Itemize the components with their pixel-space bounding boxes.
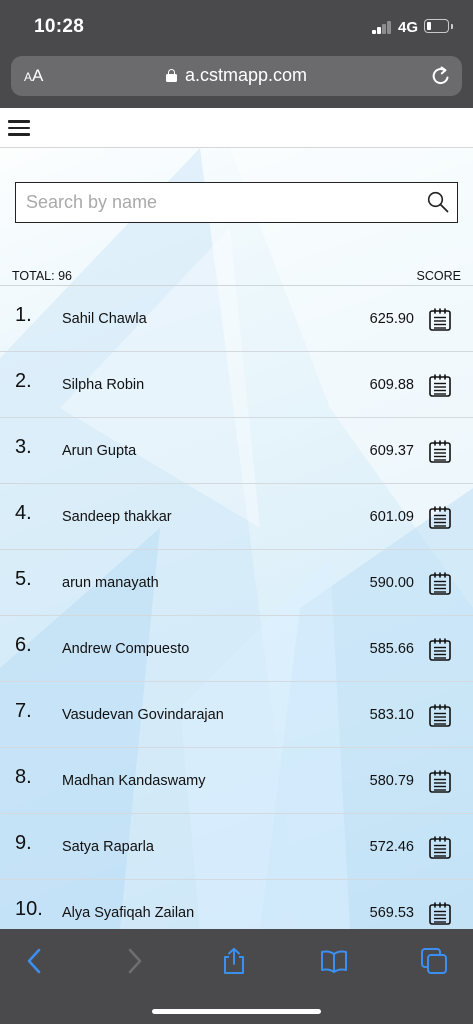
report-list-icon[interactable] [428,308,452,332]
search-box[interactable] [15,182,458,223]
player-name[interactable]: Vasudevan Govindarajan [62,707,224,723]
report-list-icon[interactable] [428,902,452,926]
leaderboard-row[interactable]: 1. Sahil Chawla 625.90 [0,286,473,352]
leaderboard-row[interactable]: 2. Silpha Robin 609.88 [0,352,473,418]
leaderboard-row[interactable]: 6. Andrew Compuesto 585.66 [0,616,473,682]
reload-icon[interactable] [430,65,452,87]
status-time: 10:28 [34,16,85,37]
battery-icon [424,19,453,33]
leaderboard-row[interactable]: 4. Sandeep thakkar 601.09 [0,484,473,550]
leaderboard-row[interactable]: 5. arun manayath 590.00 [0,550,473,616]
player-score: 625.90 [369,311,414,327]
player-score: 583.10 [369,707,414,723]
share-icon[interactable] [220,947,248,975]
network-type: 4G [398,19,419,36]
player-name[interactable]: Silpha Robin [62,377,144,393]
report-list-icon[interactable] [428,770,452,794]
player-name[interactable]: Sahil Chawla [62,311,147,327]
score-column-header: SCORE [416,269,461,283]
player-name[interactable]: Madhan Kandaswamy [62,773,205,789]
browser-toolbar [0,929,473,1024]
rank-number: 5. [15,568,32,590]
player-score: 569.53 [369,905,414,921]
report-list-icon[interactable] [428,374,452,398]
player-name[interactable]: arun manayath [62,575,159,591]
report-list-icon[interactable] [428,572,452,596]
tabs-icon[interactable] [420,947,448,975]
player-score: 601.09 [369,509,414,525]
report-list-icon[interactable] [428,638,452,662]
player-score: 585.66 [369,641,414,657]
rank-number: 4. [15,502,32,524]
site-navbar [0,108,473,148]
player-name[interactable]: Alya Syafiqah Zailan [62,905,194,921]
leaderboard-row[interactable]: 10. Alya Syafiqah Zailan 569.53 [0,880,473,929]
player-name[interactable]: Sandeep thakkar [62,509,172,525]
rank-number: 1. [15,304,32,326]
rank-number: 7. [15,700,32,722]
address-bar[interactable]: AA a.cstmapp.com [11,56,462,96]
report-list-icon[interactable] [428,440,452,464]
hamburger-menu-icon[interactable] [8,120,30,136]
status-bar: 10:28 4G [0,0,473,52]
player-score: 572.46 [369,839,414,855]
url-text: a.cstmapp.com [184,65,308,85]
rank-number: 9. [15,832,32,854]
leaderboard-list: 1. Sahil Chawla 625.90 2. Silpha Robin 609.88… [0,286,473,929]
search-icon[interactable] [427,191,449,213]
report-list-icon[interactable] [428,704,452,728]
lock-icon [165,69,177,82]
back-icon[interactable] [21,947,49,975]
page-content: TOTAL: 96 SCORE 1. Sahil Chawla 625.90 2. Si… [0,108,473,929]
leaderboard-row[interactable]: 3. Arun Gupta 609.37 [0,418,473,484]
rank-number: 2. [15,370,32,392]
forward-icon[interactable] [120,947,148,975]
player-score: 609.88 [369,377,414,393]
player-name[interactable]: Andrew Compuesto [62,641,189,657]
leaderboard-row[interactable]: 9. Satya Raparla 572.46 [0,814,473,880]
report-list-icon[interactable] [428,506,452,530]
player-score: 609.37 [369,443,414,459]
player-name[interactable]: Satya Raparla [62,839,154,855]
home-indicator[interactable] [152,1009,321,1014]
report-list-icon[interactable] [428,836,452,860]
rank-number: 10. [15,898,43,920]
cellular-signal-icon [372,21,392,34]
leaderboard-row[interactable]: 8. Madhan Kandaswamy 580.79 [0,748,473,814]
rank-number: 3. [15,436,32,458]
total-count: TOTAL: 96 [12,269,72,283]
url-display[interactable]: a.cstmapp.com [11,65,462,86]
player-name[interactable]: Arun Gupta [62,443,136,459]
rank-number: 6. [15,634,32,656]
search-input[interactable] [16,183,416,221]
player-score: 590.00 [369,575,414,591]
leaderboard-row[interactable]: 7. Vasudevan Govindarajan 583.10 [0,682,473,748]
rank-number: 8. [15,766,32,788]
player-score: 580.79 [369,773,414,789]
bookmarks-icon[interactable] [320,947,348,975]
